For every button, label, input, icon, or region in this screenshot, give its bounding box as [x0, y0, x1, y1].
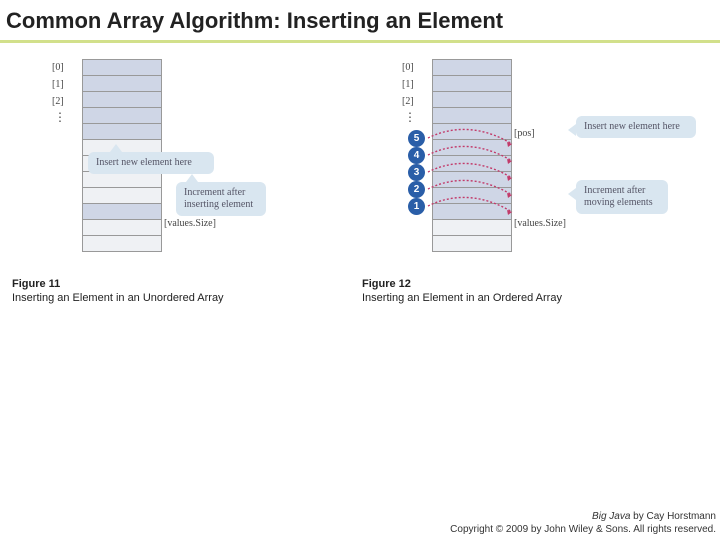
figure-caption-text: Inserting an Element in an Unordered Arr… [12, 292, 224, 304]
size-label: [values.Size] [514, 218, 566, 229]
array-cell [432, 59, 512, 76]
array-cell [82, 187, 162, 204]
step-dot: 1 [408, 198, 425, 215]
array-cell [82, 203, 162, 220]
array-cell [82, 91, 162, 108]
slide-footer: Big Java by Cay Horstmann Copyright © 20… [450, 511, 716, 536]
figure-number: Figure 11 [12, 278, 60, 290]
array-cell [82, 235, 162, 252]
slide: Common Array Algorithm: Inserting an Ele… [0, 0, 720, 540]
array-cell [432, 235, 512, 252]
index-label: [2] [402, 96, 414, 107]
callout-insert-here: Insert new element here [88, 152, 214, 174]
index-label: [1] [52, 79, 64, 90]
step-dot: 2 [408, 181, 425, 198]
index-label: [0] [402, 62, 414, 73]
pos-label: [pos] [514, 128, 535, 139]
array-cell [432, 91, 512, 108]
index-label: [0] [52, 62, 64, 73]
array-cell [82, 123, 162, 140]
size-label: [values.Size] [164, 218, 216, 229]
footer-copyright: Copyright © 2009 by John Wiley & Sons. A… [450, 524, 716, 537]
figure-number: Figure 12 [362, 278, 411, 290]
callout-increment: Increment after moving elements [576, 180, 668, 214]
array-cell [82, 59, 162, 76]
array-cell [82, 107, 162, 124]
page-title: Common Array Algorithm: Inserting an Ele… [0, 0, 720, 38]
index-label: [1] [402, 79, 414, 90]
figure-12: [0] [1] [2] ⋮ [pos] [values.Size] [360, 58, 700, 318]
array-cell [432, 75, 512, 92]
figures-area: [0] [1] [2] ⋮ [values.Size] Insert new e… [10, 58, 710, 318]
figure-caption: Figure 11 Inserting an Element in an Uno… [12, 278, 224, 304]
figure-11: [0] [1] [2] ⋮ [values.Size] Insert new e… [10, 58, 350, 318]
ellipsis-icon: ⋮ [404, 110, 418, 124]
index-label: [2] [52, 96, 64, 107]
ellipsis-icon: ⋮ [54, 110, 68, 124]
figure-caption-text: Inserting an Element in an Ordered Array [362, 292, 562, 304]
move-arrow-icon [426, 198, 512, 222]
step-dot: 3 [408, 164, 425, 181]
footer-line-1: Big Java by Cay Horstmann [450, 511, 716, 524]
step-dot: 5 [408, 130, 425, 147]
array-cell [82, 219, 162, 236]
callout-insert-here: Insert new element here [576, 116, 696, 138]
step-dot: 4 [408, 147, 425, 164]
array-cell [432, 107, 512, 124]
book-title: Big Java [592, 511, 630, 522]
footer-author: by Cay Horstmann [630, 511, 716, 522]
figure-caption: Figure 12 Inserting an Element in an Ord… [362, 278, 562, 304]
title-rule [0, 40, 720, 43]
callout-increment: Increment after inserting element [176, 182, 266, 216]
step-dots: 5 4 3 2 1 [408, 130, 425, 215]
array-cell [82, 75, 162, 92]
